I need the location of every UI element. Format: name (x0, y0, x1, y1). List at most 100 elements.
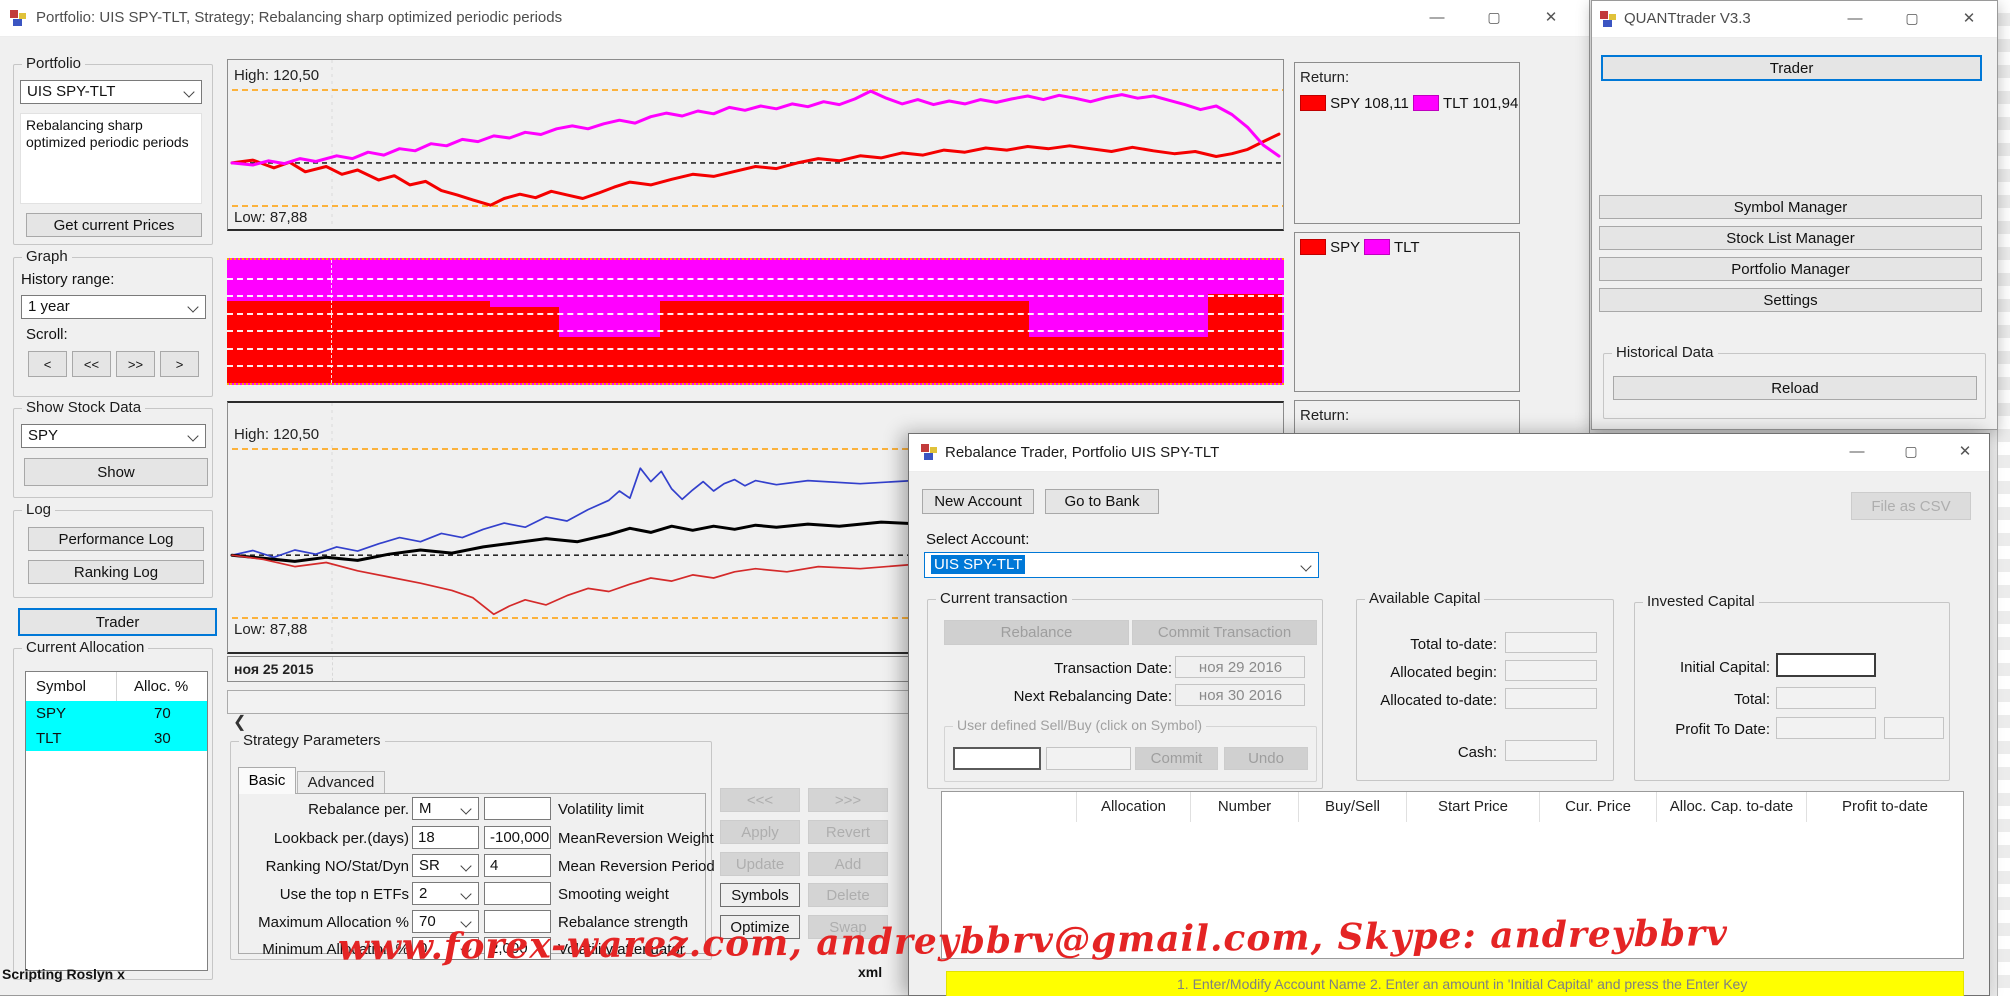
col-allocation[interactable]: Allocation (1077, 792, 1191, 822)
meanreversion-weight-input[interactable]: -100,000 (484, 826, 551, 849)
allocation-col-symbol[interactable]: Symbol (36, 678, 86, 695)
symbol-manager-button[interactable]: Symbol Manager (1599, 195, 1982, 219)
smoothing-weight-input[interactable] (484, 882, 551, 905)
allocation-row-value: 30 (154, 730, 171, 747)
param-label: Minimum Allocation % (262, 941, 409, 958)
return-panel-1: Return: SPY 108,11 TLT 101,94 (1294, 62, 1520, 224)
maximize-icon[interactable]: ▢ (1888, 434, 1934, 469)
tlt-legend-name: TLT (1442, 95, 1469, 112)
maximize-icon[interactable]: ▢ (1889, 1, 1935, 36)
volatility-limit-input[interactable] (484, 797, 551, 820)
scroll-fast-left-button[interactable]: << (72, 351, 111, 377)
trader-button[interactable]: Trader (18, 608, 217, 636)
commit-transaction-button[interactable]: Commit Transaction (1132, 620, 1317, 645)
show-stock-data-label: Show Stock Data (22, 399, 146, 416)
page-right-button[interactable]: >>> (808, 788, 888, 812)
update-button[interactable]: Update (720, 852, 800, 876)
lookback-input[interactable]: 18 (412, 826, 479, 849)
history-range-combo[interactable]: 1 year (21, 295, 206, 319)
total-to-date-label: Total to-date: (1410, 636, 1497, 653)
current-allocation-group: Current Allocation Symbol Alloc. % SPY 7… (13, 639, 213, 980)
close-icon[interactable]: ✕ (1528, 0, 1574, 35)
stock-combo[interactable]: SPY (21, 424, 206, 448)
background-window-stripes (1997, 0, 2010, 996)
return-panel-2: SPY TLT (1294, 232, 1520, 392)
add-button[interactable]: Add (808, 852, 888, 876)
ranking-log-button[interactable]: Ranking Log (28, 560, 204, 584)
tab-advanced[interactable]: Advanced (297, 771, 385, 794)
mean-reversion-period-input[interactable]: 4 (484, 854, 551, 877)
col-alloc-cap[interactable]: Alloc. Cap. to-date (1657, 792, 1807, 822)
minimize-icon[interactable]: — (1834, 434, 1880, 469)
get-current-prices-button[interactable]: Get current Prices (26, 213, 202, 237)
apply-button[interactable]: Apply (720, 820, 800, 844)
allocation-row-spy[interactable]: SPY 70 (26, 701, 207, 726)
graph-group-label: Graph (22, 248, 72, 265)
portfolio-manager-button[interactable]: Portfolio Manager (1599, 257, 1982, 281)
close-icon[interactable]: ✕ (1946, 1, 1992, 36)
symbols-button[interactable]: Symbols (720, 883, 800, 907)
col-profit[interactable]: Profit to-date (1807, 792, 1963, 822)
close-icon[interactable]: ✕ (1942, 434, 1988, 469)
reload-button[interactable]: Reload (1613, 376, 1977, 400)
settings-button[interactable]: Settings (1599, 288, 1982, 312)
col-start-price[interactable]: Start Price (1407, 792, 1540, 822)
file-as-csv-button[interactable]: File as CSV (1851, 492, 1971, 520)
collapse-chevron-icon[interactable]: ❮ (233, 712, 246, 732)
revert-button[interactable]: Revert (808, 820, 888, 844)
scroll-label: Scroll: (26, 326, 68, 343)
account-combo[interactable]: UIS SPY-TLT (924, 552, 1319, 578)
max-allocation-combo[interactable]: 70 (412, 910, 479, 933)
ranking-combo[interactable]: SR (412, 854, 479, 877)
rebalance-strength-input[interactable] (484, 910, 551, 933)
min-allocation-combo[interactable]: 0 (412, 937, 479, 960)
dialog-status-hint: 1. Enter/Modify Account Name 2. Enter an… (946, 971, 1964, 996)
portfolio-combo[interactable]: UIS SPY-TLT (20, 80, 202, 104)
col-cur-price[interactable]: Cur. Price (1540, 792, 1657, 822)
rebalance-button[interactable]: Rebalance (944, 620, 1129, 645)
col-number[interactable]: Number (1191, 792, 1299, 822)
allocation-vertical-grid (331, 260, 332, 383)
userdef-undo-button[interactable]: Undo (1224, 747, 1308, 770)
stock-list-manager-button[interactable]: Stock List Manager (1599, 226, 1982, 250)
minimize-icon[interactable]: — (1832, 1, 1878, 36)
scroll-fast-right-button[interactable]: >> (116, 351, 155, 377)
userdef-amount-input[interactable] (1046, 747, 1131, 770)
scroll-right-button[interactable]: > (160, 351, 199, 377)
rebalance-per-combo[interactable]: M (412, 797, 479, 820)
swap-button[interactable]: Swap (808, 915, 888, 939)
go-to-bank-button[interactable]: Go to Bank (1045, 489, 1159, 514)
volatility-attenuator-input[interactable]: 2,000 (484, 937, 551, 960)
top-n-etfs-combo[interactable]: 2 (412, 882, 479, 905)
allocated-to-date-label: Allocated to-date: (1380, 692, 1497, 709)
show-button[interactable]: Show (24, 458, 208, 486)
tab-basic[interactable]: Basic (238, 767, 296, 794)
allocation-row-tlt[interactable]: TLT 30 (26, 726, 207, 751)
profit-to-date-extra (1884, 717, 1944, 739)
optimize-button[interactable]: Optimize (720, 915, 800, 939)
userdef-symbol-input[interactable] (953, 747, 1041, 770)
initial-capital-input[interactable] (1776, 653, 1876, 677)
col-buysell[interactable]: Buy/Sell (1299, 792, 1407, 822)
delete-button[interactable]: Delete (808, 883, 888, 907)
allocation-col-alloc[interactable]: Alloc. % (134, 678, 188, 695)
quant-trader-button[interactable]: Trader (1601, 55, 1982, 81)
userdef-commit-button[interactable]: Commit (1135, 747, 1218, 770)
maximize-icon[interactable]: ▢ (1471, 0, 1517, 35)
col-symbol[interactable] (942, 792, 1077, 822)
dialog-title: Rebalance Trader, Portfolio UIS SPY-TLT (945, 444, 1220, 461)
new-account-button[interactable]: New Account (922, 489, 1034, 514)
allocation-red-segment (1208, 294, 1282, 383)
current-transaction-label: Current transaction (936, 590, 1072, 607)
scroll-left-button[interactable]: < (28, 351, 67, 377)
top-chart-canvas (230, 60, 1283, 228)
allocation-table-header: Symbol Alloc. % (26, 672, 207, 702)
minimize-icon[interactable]: — (1414, 0, 1460, 35)
combo-value: 2 (419, 885, 428, 902)
performance-log-button[interactable]: Performance Log (28, 527, 204, 551)
combo-value: 0 (419, 940, 428, 957)
strategy-parameters-group: Strategy Parameters Basic Advanced Rebal… (230, 732, 715, 960)
page-left-button[interactable]: <<< (720, 788, 800, 812)
quant-titlebar: QUANTtrader V3.3 — ▢ ✕ (1592, 1, 1997, 38)
total-to-date-value (1505, 632, 1597, 653)
